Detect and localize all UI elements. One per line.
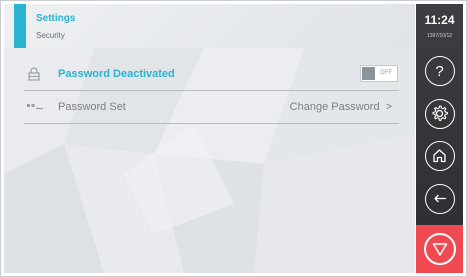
clock-time: 11:24	[424, 13, 455, 27]
toggle-state-label: OFF	[380, 70, 392, 76]
chevron-right-icon: >	[385, 101, 392, 113]
page-header: Settings Security	[4, 4, 415, 48]
row-divider	[24, 123, 399, 124]
main-panel: Settings Security Password Deactivated O…	[4, 4, 415, 273]
change-password-link[interactable]: Change Password >	[290, 101, 392, 113]
header-accent-bar	[14, 4, 26, 48]
back-arrow-icon	[434, 194, 447, 203]
gear-icon	[432, 105, 448, 121]
emergency-stop-area	[416, 225, 463, 273]
lock-icon	[26, 66, 42, 82]
password-set-row[interactable]: Password Set Change Password >	[22, 90, 400, 124]
password-deactivated-row[interactable]: Password Deactivated OFF	[22, 57, 400, 91]
emergency-stop-button[interactable]	[424, 233, 456, 265]
help-icon: ?	[435, 63, 443, 80]
toggle-knob	[362, 67, 375, 80]
page-title: Settings	[36, 13, 76, 24]
back-button[interactable]	[425, 184, 455, 214]
password-deactivated-label: Password Deactivated	[58, 68, 175, 80]
page-subtitle: Security	[36, 31, 65, 40]
stop-icon	[432, 243, 448, 256]
password-dots-icon	[26, 99, 43, 115]
password-toggle[interactable]: OFF	[360, 65, 398, 82]
change-password-label: Change Password	[289, 101, 380, 113]
home-button[interactable]	[425, 141, 455, 171]
settings-button[interactable]	[425, 99, 455, 129]
clock-date: 1397/10/12	[426, 33, 453, 39]
home-icon	[433, 149, 446, 163]
svg-text:?: ?	[435, 63, 443, 80]
password-set-label: Password Set	[58, 101, 126, 113]
help-button[interactable]: ?	[425, 56, 455, 86]
right-sidebar: 11:24 1397/10/12 ?	[416, 4, 463, 273]
